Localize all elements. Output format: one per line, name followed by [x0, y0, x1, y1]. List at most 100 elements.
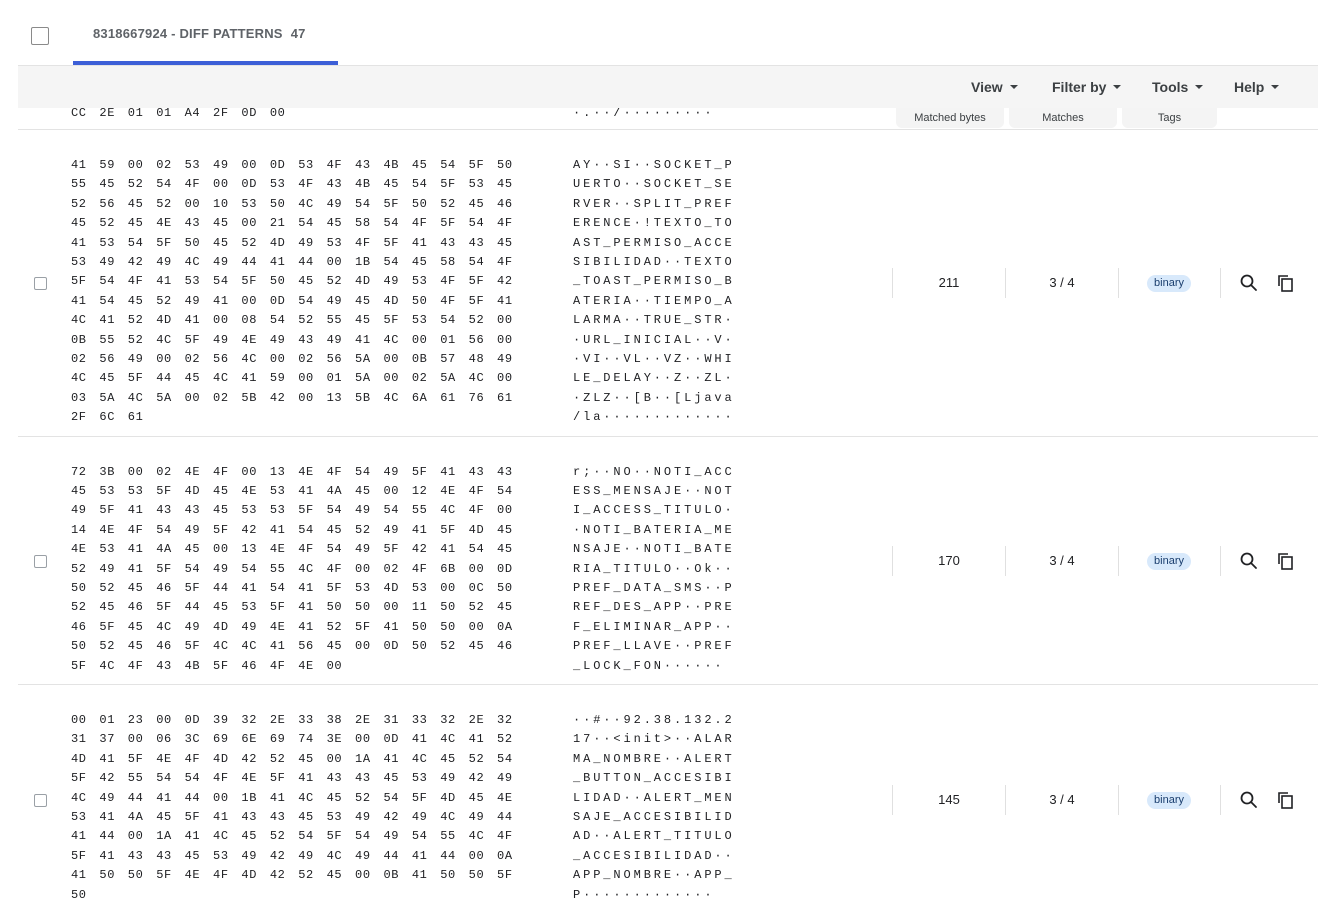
ascii-line: ·VI··VL··VZ··WHI	[573, 351, 735, 366]
hex-line: 0B 55 52 4C 5F 49 4E 49 43 49 41 4C 00 0…	[71, 332, 513, 347]
hex-line: 5F 42 55 54 54 4F 4E 5F 41 43 43 45 53 4…	[71, 771, 513, 786]
search-icon[interactable]	[1239, 551, 1259, 571]
hex-line: 5F 54 4F 41 53 54 5F 50 45 52 4D 49 53 4…	[71, 274, 513, 289]
tag-badge[interactable]: binary	[1147, 552, 1191, 570]
column-header-matched-bytes[interactable]: Matched bytes	[896, 108, 1004, 128]
hex-line: 53 41 4A 45 5F 41 43 43 45 53 49 42 49 4…	[71, 809, 513, 824]
column-separator	[1118, 268, 1119, 299]
ascii-line: ··#··92.38.132.2	[573, 713, 735, 727]
chevron-down-icon	[1271, 85, 1280, 90]
hex-line: 4C 45 5F 44 45 4C 41 59 00 01 5A 00 02 5…	[71, 371, 513, 386]
hex-dump: 00 01 23 00 0D 39 32 2E 33 38 2E 31 33 3…	[71, 711, 513, 905]
ascii-line: AY··SI··SOCKET_P	[573, 158, 735, 172]
ascii-dump: r;··NO··NOTI_ACC ESS_MENSAJE··NOT I_ACCESS…	[573, 463, 735, 676]
tag-badge[interactable]: binary	[1147, 275, 1191, 293]
column-separator	[892, 784, 893, 815]
ascii-line: SIBILIDAD··TEXTO	[573, 254, 735, 269]
hex-line: 45 53 53 5F 4D 45 4E 53 41 4A 45 00 12 4…	[71, 483, 513, 498]
row-checkbox[interactable]	[34, 554, 47, 568]
column-separator	[1220, 545, 1221, 576]
ascii-line: ·URL_INICIAL··V·	[573, 332, 735, 347]
tab-diff-patterns[interactable]: 8318667924 - DIFF PATTERNS 47	[73, 0, 338, 66]
hex-line: 52 56 45 52 00 10 53 50 4C 49 54 5F 50 5…	[71, 196, 513, 211]
hex-line: 4C 49 44 41 44 00 1B 41 4C 45 52 54 5F 4…	[71, 790, 513, 805]
matches-value: 3 / 4	[1049, 275, 1075, 291]
ascii-line: MA_NOMBRE··ALERT	[573, 751, 735, 766]
copy-icon[interactable]	[1276, 551, 1296, 571]
copy-icon[interactable]	[1276, 790, 1296, 810]
search-icon[interactable]	[1239, 790, 1259, 810]
select-all-checkbox[interactable]	[31, 27, 49, 45]
ascii-line: APP_NOMBRE··APP_	[573, 868, 735, 883]
hex-line: 50 52 45 46 5F 4C 4C 41 56 45 00 0D 50 5…	[71, 639, 513, 654]
view-menu[interactable]: View	[971, 79, 1018, 95]
matched-bytes-value: 170	[938, 552, 960, 568]
ascii-line: 17··<init>··ALAR	[573, 732, 735, 747]
ascii-line: RIA_TITULO··Ok··	[573, 561, 735, 576]
column-separator	[1118, 784, 1119, 815]
chevron-down-icon	[1113, 85, 1122, 90]
column-separator	[1220, 784, 1221, 815]
column-separator	[1005, 268, 1006, 299]
hex-line: 49 5F 41 43 43 45 53 53 5F 54 49 54 55 4…	[71, 503, 513, 518]
ascii-line: UERTO··SOCKET_SE	[573, 177, 735, 192]
column-separator	[1220, 268, 1221, 299]
ascii-line: ATERIA··TIEMPO_A	[573, 293, 735, 308]
hex-line: 14 4E 4F 54 49 5F 42 41 54 45 52 49 41 5…	[71, 522, 513, 537]
ascii-line: F_ELIMINAR_APP··	[573, 619, 735, 634]
hex-line: 50	[71, 887, 87, 902]
matched-bytes-value: 145	[938, 791, 960, 807]
help-menu[interactable]: Help	[1234, 79, 1280, 95]
ascii-line: P·············	[573, 887, 715, 902]
ascii-line: /la·············	[573, 410, 735, 425]
results-list: Matched bytes Matches Tags CC 2E 01 01 A…	[18, 108, 1318, 911]
search-icon[interactable]	[1239, 273, 1259, 293]
row-checkbox[interactable]	[34, 793, 47, 807]
ascii-line: ·ZLZ··[B··[Ljava	[573, 390, 735, 405]
matches-value: 3 / 4	[1049, 791, 1075, 807]
hex-line: 41 53 54 5F 50 45 52 4D 49 53 4F 5F 41 4…	[71, 235, 513, 250]
hex-line: 4D 41 5F 4E 4F 4D 42 52 45 00 1A 41 4C 4…	[71, 751, 513, 766]
ascii-line: ESS_MENSAJE··NOT	[573, 483, 735, 498]
ascii-line: _ACCESIBILIDAD··	[573, 848, 735, 863]
filter-by-menu[interactable]: Filter by	[1052, 79, 1122, 95]
hex-line: 4E 53 41 4A 45 00 13 4E 4F 54 49 5F 42 4…	[71, 542, 513, 557]
hex-line: 03 5A 4C 5A 00 02 5B 42 00 13 5B 4C 6A 6…	[71, 390, 513, 405]
ascii-line: SAJE_ACCESIBILID	[573, 809, 735, 824]
table-row[interactable]: 72 3B 00 02 4E 4F 00 13 4E 4F 54 49 5F 4…	[18, 437, 1318, 685]
tools-menu[interactable]: Tools	[1152, 79, 1204, 95]
hex-line: 52 45 46 5F 44 45 53 5F 41 50 50 00 11 5…	[71, 600, 513, 615]
tab-count: 47	[290, 26, 306, 41]
hex-line: 5F 41 43 43 45 53 49 42 49 4C 49 44 41 4…	[71, 848, 513, 863]
matched-bytes-value: 211	[938, 275, 960, 291]
hex-line: 46 5F 45 4C 49 4D 49 4E 41 52 5F 41 50 5…	[71, 619, 513, 634]
table-row[interactable]: 41 59 00 02 53 49 00 0D 53 4F 43 4B 45 5…	[18, 130, 1318, 437]
ascii-line: AST_PERMISO_ACCE	[573, 235, 735, 250]
column-header-matches[interactable]: Matches	[1009, 108, 1117, 128]
chevron-down-icon	[1195, 85, 1204, 90]
ascii-line: LARMA··TRUE_STR·	[573, 313, 735, 328]
row-checkbox[interactable]	[34, 277, 47, 291]
column-separator	[1005, 784, 1006, 815]
ascii-line: LE_DELAY··Z··ZL·	[573, 371, 735, 386]
copy-icon[interactable]	[1276, 273, 1296, 293]
hex-line: 4C 41 52 4D 41 00 08 54 52 55 45 5F 53 5…	[71, 313, 513, 328]
hex-line: 53 49 42 49 4C 49 44 41 44 00 1B 54 45 5…	[71, 254, 513, 269]
ascii-line: I_ACCESS_TITULO·	[573, 503, 735, 518]
ascii-line: _LOCK_FON······	[573, 658, 725, 673]
hex-line: 72 3B 00 02 4E 4F 00 13 4E 4F 54 49 5F 4…	[71, 464, 513, 479]
hex-line: 55 45 52 54 4F 00 0D 53 4F 43 4B 45 54 5…	[71, 177, 513, 192]
column-headers: Matched bytes Matches Tags	[18, 108, 1318, 130]
ascii-dump: ··#··92.38.132.2 17··<init>··ALAR MA_NOMBR…	[573, 711, 735, 905]
ascii-line: r;··NO··NOTI_ACC	[573, 464, 735, 479]
column-header-tags[interactable]: Tags	[1122, 108, 1217, 128]
matches-value: 3 / 4	[1049, 552, 1075, 568]
ascii-line: ERENCE·!TEXTO_TO	[573, 216, 735, 231]
tag-badge[interactable]: binary	[1147, 791, 1191, 809]
hex-line: 2F 6C 61	[71, 410, 144, 425]
hex-line: 00 01 23 00 0D 39 32 2E 33 38 2E 31 33 3…	[71, 713, 513, 727]
table-row[interactable]: 00 01 23 00 0D 39 32 2E 33 38 2E 31 33 3…	[18, 685, 1318, 911]
hex-line: 02 56 49 00 02 56 4C 00 02 56 5A 00 0B 5…	[71, 351, 513, 366]
column-separator	[892, 545, 893, 576]
hex-dump: 41 59 00 02 53 49 00 0D 53 4F 43 4B 45 5…	[71, 156, 513, 427]
